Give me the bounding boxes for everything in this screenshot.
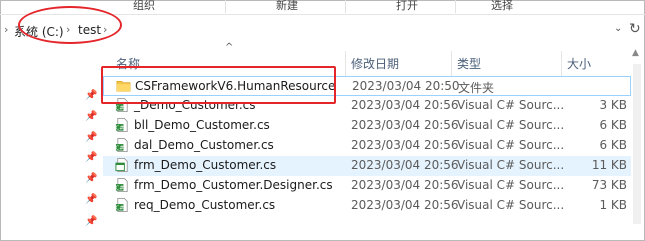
- ribbon-divider: [225, 0, 226, 13]
- csharp-file-icon: C#: [115, 138, 128, 152]
- file-date: 2023/03/04 20:56: [351, 158, 459, 172]
- file-date: 2023/03/04 20:50: [352, 79, 460, 93]
- ribbon-group-new[interactable]: 新建: [276, 0, 298, 13]
- file-date: 2023/03/04 20:56: [351, 198, 459, 212]
- pin-icon[interactable]: 📌: [85, 132, 97, 143]
- pin-icon[interactable]: 📌: [85, 90, 97, 101]
- list-item-file[interactable]: C# frm_Demo_Customer.Designer.cs 2023/03…: [103, 176, 631, 196]
- file-type: Visual C# Sourc...: [457, 178, 565, 192]
- file-type: Visual C# Sourc...: [457, 158, 565, 172]
- file-type: Visual C# Sourc...: [457, 198, 565, 212]
- svg-text:C#: C#: [115, 106, 124, 112]
- scroll-up-icon[interactable]: ▲: [632, 48, 639, 58]
- file-name: dal_Demo_Customer.cs: [134, 138, 274, 152]
- ribbon-divider: [455, 0, 456, 13]
- column-divider[interactable]: [451, 51, 452, 77]
- file-type: Visual C# Sourc...: [457, 98, 565, 112]
- ribbon-group-open[interactable]: 打开: [396, 0, 418, 13]
- chevron-right-icon: ›: [4, 23, 9, 36]
- file-name: frm_Demo_Customer.Designer.cs: [134, 178, 333, 192]
- svg-text:C#: C#: [115, 186, 124, 192]
- csharp-file-icon: C#: [115, 178, 128, 192]
- file-date: 2023/03/04 20:56: [351, 138, 459, 152]
- column-divider[interactable]: [345, 51, 346, 77]
- file-date: 2023/03/04 20:56: [351, 98, 459, 112]
- file-type: Visual C# Sourc...: [457, 118, 565, 132]
- list-item-file[interactable]: C# bll_Demo_Customer.cs 2023/03/04 20:56…: [103, 116, 631, 136]
- pin-icon[interactable]: 📌: [85, 173, 97, 184]
- file-name: req_Demo_Customer.cs: [134, 198, 276, 212]
- list-item-file[interactable]: C# dal_Demo_Customer.cs 2023/03/04 20:56…: [103, 136, 631, 156]
- pin-icon[interactable]: 📌: [85, 111, 97, 122]
- ribbon-divider: [345, 0, 346, 13]
- vertical-scrollbar[interactable]: ▲: [630, 46, 644, 238]
- svg-text:C#: C#: [115, 126, 124, 132]
- file-name: bll_Demo_Customer.cs: [134, 118, 270, 132]
- column-header-date[interactable]: 修改日期: [351, 55, 399, 72]
- pin-icon[interactable]: 📌: [85, 152, 97, 163]
- svg-text:C#: C#: [115, 146, 124, 152]
- file-name: frm_Demo_Customer.cs: [134, 158, 277, 172]
- file-size: 1 KB: [599, 198, 627, 212]
- form-file-icon: [115, 158, 128, 172]
- ribbon-group-organize[interactable]: 组织: [133, 0, 155, 13]
- svg-text:C#: C#: [115, 206, 124, 212]
- file-size: 6 KB: [599, 118, 627, 132]
- file-date: 2023/03/04 20:56: [351, 118, 459, 132]
- chevron-down-icon[interactable]: ⌄: [614, 23, 622, 34]
- file-size: 11 KB: [591, 158, 627, 172]
- pin-icon[interactable]: 📌: [85, 194, 97, 205]
- file-size: 73 KB: [591, 178, 627, 192]
- column-divider[interactable]: [561, 51, 562, 77]
- pin-icon[interactable]: 📌: [85, 216, 97, 227]
- list-item-file-hovered[interactable]: frm_Demo_Customer.cs 2023/03/04 20:56 Vi…: [103, 156, 631, 176]
- csharp-file-icon: C#: [115, 118, 128, 132]
- file-type: 文件夹: [458, 81, 495, 95]
- scroll-thumb[interactable]: [633, 64, 641, 224]
- annotation-box: [101, 66, 336, 104]
- column-header-type[interactable]: 类型: [457, 55, 481, 72]
- column-header-size[interactable]: 大小: [567, 55, 591, 72]
- file-date: 2023/03/04 20:56: [351, 178, 459, 192]
- file-size: 3 KB: [599, 98, 627, 112]
- csharp-file-icon: C#: [115, 198, 128, 212]
- file-size: 6 KB: [599, 138, 627, 152]
- list-item-file[interactable]: C# req_Demo_Customer.cs 2023/03/04 20:56…: [103, 196, 631, 216]
- annotation-circle: [18, 6, 122, 44]
- file-type: Visual C# Sourc...: [457, 138, 565, 152]
- ribbon-group-select[interactable]: 选择: [491, 0, 513, 13]
- refresh-icon[interactable]: ↻: [629, 21, 641, 37]
